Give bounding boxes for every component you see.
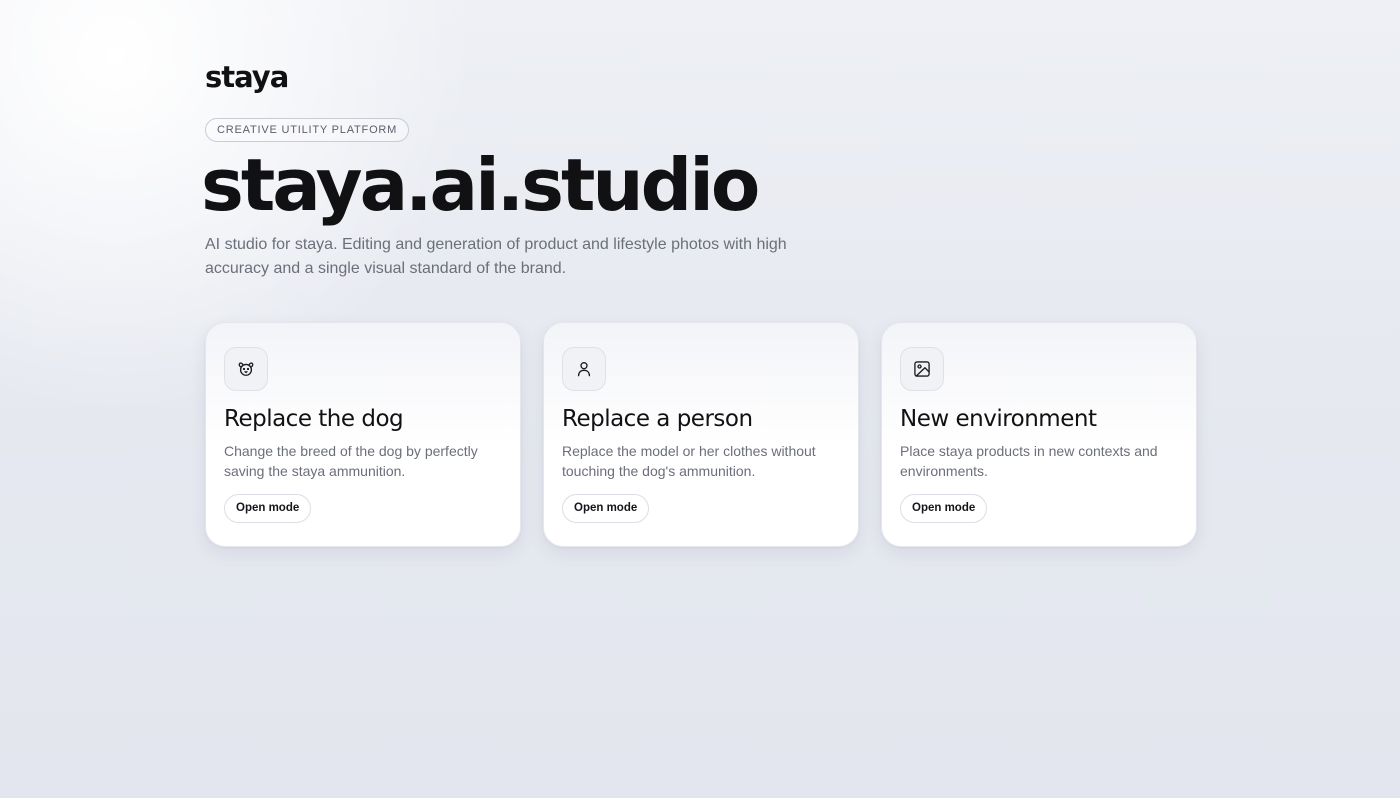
open-mode-button[interactable]: Open mode — [900, 494, 988, 523]
platform-tag: CREATIVE UTILITY PLATFORM — [205, 118, 410, 142]
card-replace-person[interactable]: Replace a person Replace the model or he… — [543, 322, 859, 547]
open-mode-button[interactable]: Open mode — [224, 494, 312, 523]
card-description: Place staya products in new contexts and… — [900, 443, 1158, 479]
mode-cards: Replace the dog Change the breed of the … — [205, 322, 1197, 547]
image-icon — [900, 347, 944, 391]
card-new-environment[interactable]: New environment Place staya products in … — [881, 322, 1197, 547]
card-title: Replace the dog — [224, 406, 404, 432]
person-icon — [562, 347, 606, 391]
page-description: AI studio for staya. Editing and generat… — [205, 236, 787, 277]
card-title: Replace a person — [562, 406, 753, 432]
card-description: Replace the model or her clothes without… — [562, 443, 816, 479]
page-title: staya.ai.studio — [201, 143, 760, 227]
card-title: New environment — [900, 406, 1097, 432]
card-description: Change the breed of the dog by perfectly… — [224, 443, 478, 479]
brand-logo[interactable]: staya — [205, 60, 289, 94]
card-replace-dog[interactable]: Replace the dog Change the breed of the … — [205, 322, 521, 547]
dog-icon — [224, 347, 268, 391]
open-mode-button[interactable]: Open mode — [562, 494, 650, 523]
